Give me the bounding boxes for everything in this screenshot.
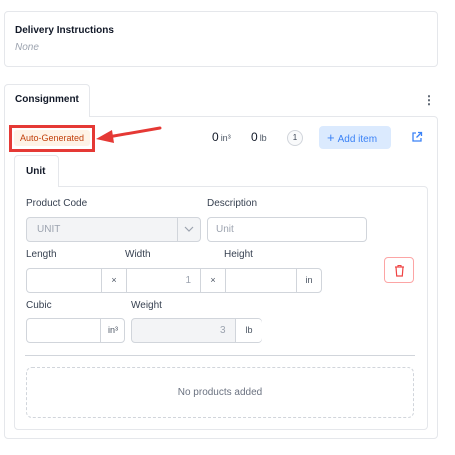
total-volume-unit: in³ bbox=[220, 133, 231, 143]
trash-icon bbox=[395, 264, 404, 277]
select-divider bbox=[177, 218, 178, 241]
external-link-icon[interactable] bbox=[411, 131, 423, 143]
description-label: Description bbox=[207, 198, 258, 209]
width-label: Width bbox=[125, 249, 151, 260]
tab-consignment-label: Consignment bbox=[15, 94, 79, 105]
height-input[interactable] bbox=[226, 269, 296, 292]
total-weight: 0 lb bbox=[251, 130, 267, 144]
total-volume-value: 0 bbox=[212, 130, 219, 144]
width-value: 1 bbox=[185, 275, 191, 286]
empty-state-message: No products added bbox=[177, 387, 263, 398]
chevron-down-icon bbox=[184, 226, 194, 232]
times-icon: × bbox=[111, 275, 117, 285]
width-input[interactable]: 1 bbox=[127, 269, 201, 292]
dimensions-input-group: × 1 × in bbox=[26, 268, 322, 293]
weight-label: Weight bbox=[131, 300, 162, 311]
delivery-instructions-value: None bbox=[15, 42, 39, 53]
cubic-unit: in³ bbox=[107, 325, 118, 335]
add-item-button[interactable]: + Add item bbox=[319, 126, 391, 149]
auto-generated-badge: Auto-Generated bbox=[14, 130, 91, 146]
item-count-badge: 1 bbox=[287, 130, 303, 146]
height-label: Height bbox=[224, 249, 253, 260]
weight-value: 3 bbox=[220, 325, 226, 336]
delete-unit-button[interactable] bbox=[384, 257, 414, 283]
product-code-label: Product Code bbox=[26, 198, 88, 209]
section-divider bbox=[25, 355, 415, 356]
products-empty-state: No products added bbox=[26, 367, 414, 418]
tab-unit-label: Unit bbox=[26, 166, 46, 177]
product-code-value: UNIT bbox=[37, 224, 61, 235]
annotation-arrow-icon bbox=[96, 126, 162, 143]
description-input[interactable]: Unit bbox=[207, 217, 367, 242]
delivery-instructions-title: Delivery Instructions bbox=[15, 25, 114, 36]
description-placeholder: Unit bbox=[216, 224, 234, 235]
total-volume: 0 in³ bbox=[212, 130, 231, 144]
tab-unit[interactable]: Unit bbox=[14, 155, 59, 187]
cubic-input[interactable]: in³ bbox=[26, 318, 125, 343]
cubic-label: Cubic bbox=[26, 300, 52, 311]
kebab-menu-icon[interactable]: ⋮ bbox=[423, 93, 435, 107]
dimension-unit: in bbox=[305, 275, 313, 285]
length-input[interactable] bbox=[27, 269, 101, 292]
weight-unit: lb bbox=[236, 319, 262, 342]
total-weight-unit: lb bbox=[259, 133, 267, 143]
add-item-label: Add item bbox=[337, 134, 378, 145]
total-weight-value: 0 bbox=[251, 130, 258, 144]
times-icon: × bbox=[210, 275, 216, 285]
plus-icon: + bbox=[327, 130, 335, 145]
weight-input[interactable]: 3 lb bbox=[131, 318, 262, 343]
delivery-instructions-card: Delivery Instructions None bbox=[4, 11, 438, 67]
product-code-select[interactable]: UNIT bbox=[26, 217, 201, 242]
tab-consignment[interactable]: Consignment bbox=[4, 84, 90, 117]
length-label: Length bbox=[26, 249, 57, 260]
